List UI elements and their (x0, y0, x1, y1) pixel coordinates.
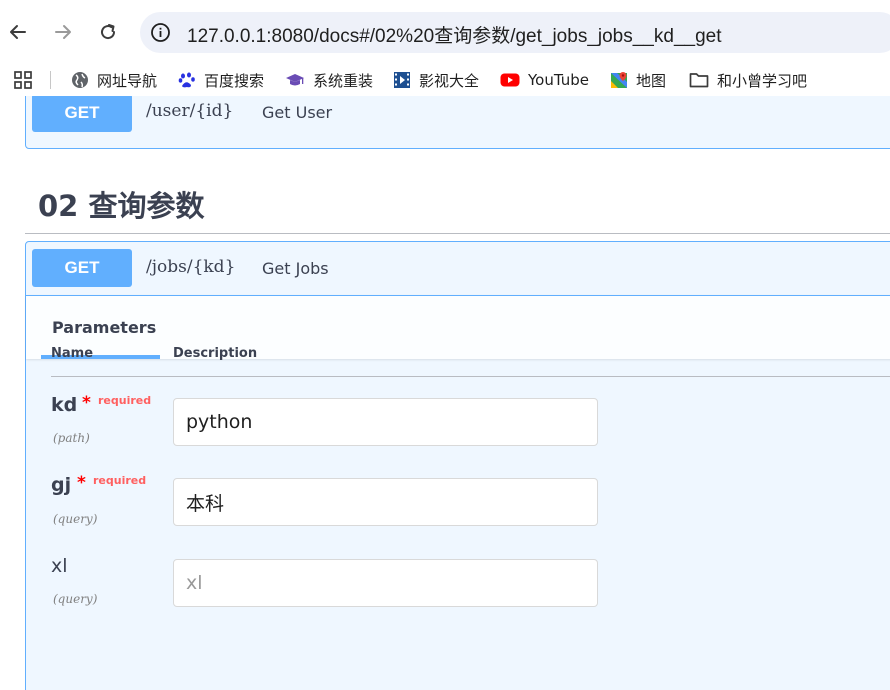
parameter-name: xl (51, 555, 68, 577)
film-icon (394, 72, 410, 88)
bookmark-xiaozeng[interactable]: 和小曾学习吧 (689, 69, 807, 91)
bookmark-ditu[interactable]: 地图 (610, 69, 666, 91)
method-badge[interactable]: GET (32, 96, 132, 132)
bookmark-label: YouTube (528, 71, 589, 89)
maps-pin-icon (611, 72, 627, 88)
arrow-right-icon (55, 25, 71, 39)
back-button[interactable] (4, 18, 32, 46)
bookmark-xitong[interactable]: 系统重装 (285, 69, 373, 91)
bookmarks-bar: 网址导航 百度搜索 系统重装 影视大全 YouTube 地图 和小曾学习吧 (0, 64, 890, 96)
reload-icon (101, 24, 116, 40)
youtube-icon (500, 73, 520, 87)
parameters-header: Parameters (26, 295, 890, 359)
arrow-left-icon (10, 25, 26, 39)
opblock-get-user: GET /user/{id} Get User (25, 96, 890, 149)
bookmark-youtube[interactable]: YouTube (500, 69, 589, 91)
parameter-location: (query) (53, 592, 98, 606)
bookmark-label: 百度搜索 (204, 71, 265, 90)
reload-button[interactable] (94, 18, 122, 46)
forward-button[interactable] (49, 18, 77, 46)
column-header-description: Description (173, 346, 258, 361)
section-divider (25, 233, 890, 234)
required-label: required (93, 474, 147, 487)
operation-path: /user/{id} (146, 101, 234, 121)
swagger-content: GET /user/{id} Get User 02 查询参数 GET /job… (0, 96, 890, 690)
bookmark-label: 影视大全 (419, 71, 480, 90)
tab-label: Parameters (52, 318, 157, 337)
bookmark-label: 地图 (636, 71, 667, 90)
browser-toolbar: 127.0.0.1:8080/docs#/02%20查询参数/get_jobs_… (0, 0, 890, 64)
gj-input[interactable] (173, 478, 598, 526)
required-star: * (77, 473, 86, 493)
bookmark-label: 和小曾学习吧 (717, 71, 808, 90)
parameter-location: (path) (53, 431, 90, 445)
opblock-summary[interactable]: GET /jobs/{kd} Get Jobs (26, 242, 890, 295)
operation-summary: Get User (262, 103, 333, 122)
bookmark-yingshi[interactable]: 影视大全 (393, 69, 479, 91)
required-label: required (98, 394, 152, 407)
xl-input[interactable] (173, 559, 598, 607)
table-header-divider (51, 376, 890, 377)
required-star: * (82, 393, 91, 413)
operation-path: /jobs/{kd} (146, 257, 236, 277)
kd-input[interactable] (173, 398, 598, 446)
bookmark-label: 网址导航 (97, 71, 158, 90)
site-info-icon[interactable] (150, 22, 171, 43)
bookmark-label: 系统重装 (313, 71, 374, 90)
address-bar[interactable]: 127.0.0.1:8080/docs#/02%20查询参数/get_jobs_… (140, 12, 890, 53)
section-title[interactable]: 02 查询参数 (38, 183, 204, 225)
parameter-location: (query) (53, 512, 98, 526)
opblock-summary[interactable]: GET /user/{id} Get User (26, 96, 890, 150)
baidu-paw-icon (178, 72, 195, 88)
url-text[interactable]: 127.0.0.1:8080/docs#/02%20查询参数/get_jobs_… (187, 21, 722, 48)
folder-icon (689, 73, 709, 88)
parameter-name: kd (51, 394, 78, 416)
bookmark-baidu[interactable]: 百度搜索 (178, 69, 264, 91)
globe-icon (72, 72, 88, 88)
operation-summary: Get Jobs (262, 259, 329, 278)
bookmark-wangzhi[interactable]: 网址导航 (71, 69, 157, 91)
graduation-cap-icon (286, 74, 304, 86)
method-badge[interactable]: GET (32, 249, 132, 287)
column-header-name: Name (51, 346, 94, 361)
parameter-name: gj (51, 474, 72, 496)
opblock-get-jobs: GET /jobs/{kd} Get Jobs Parameters Name … (25, 241, 890, 690)
bookmarks-separator (50, 71, 51, 89)
apps-grid-icon[interactable] (13, 70, 33, 90)
